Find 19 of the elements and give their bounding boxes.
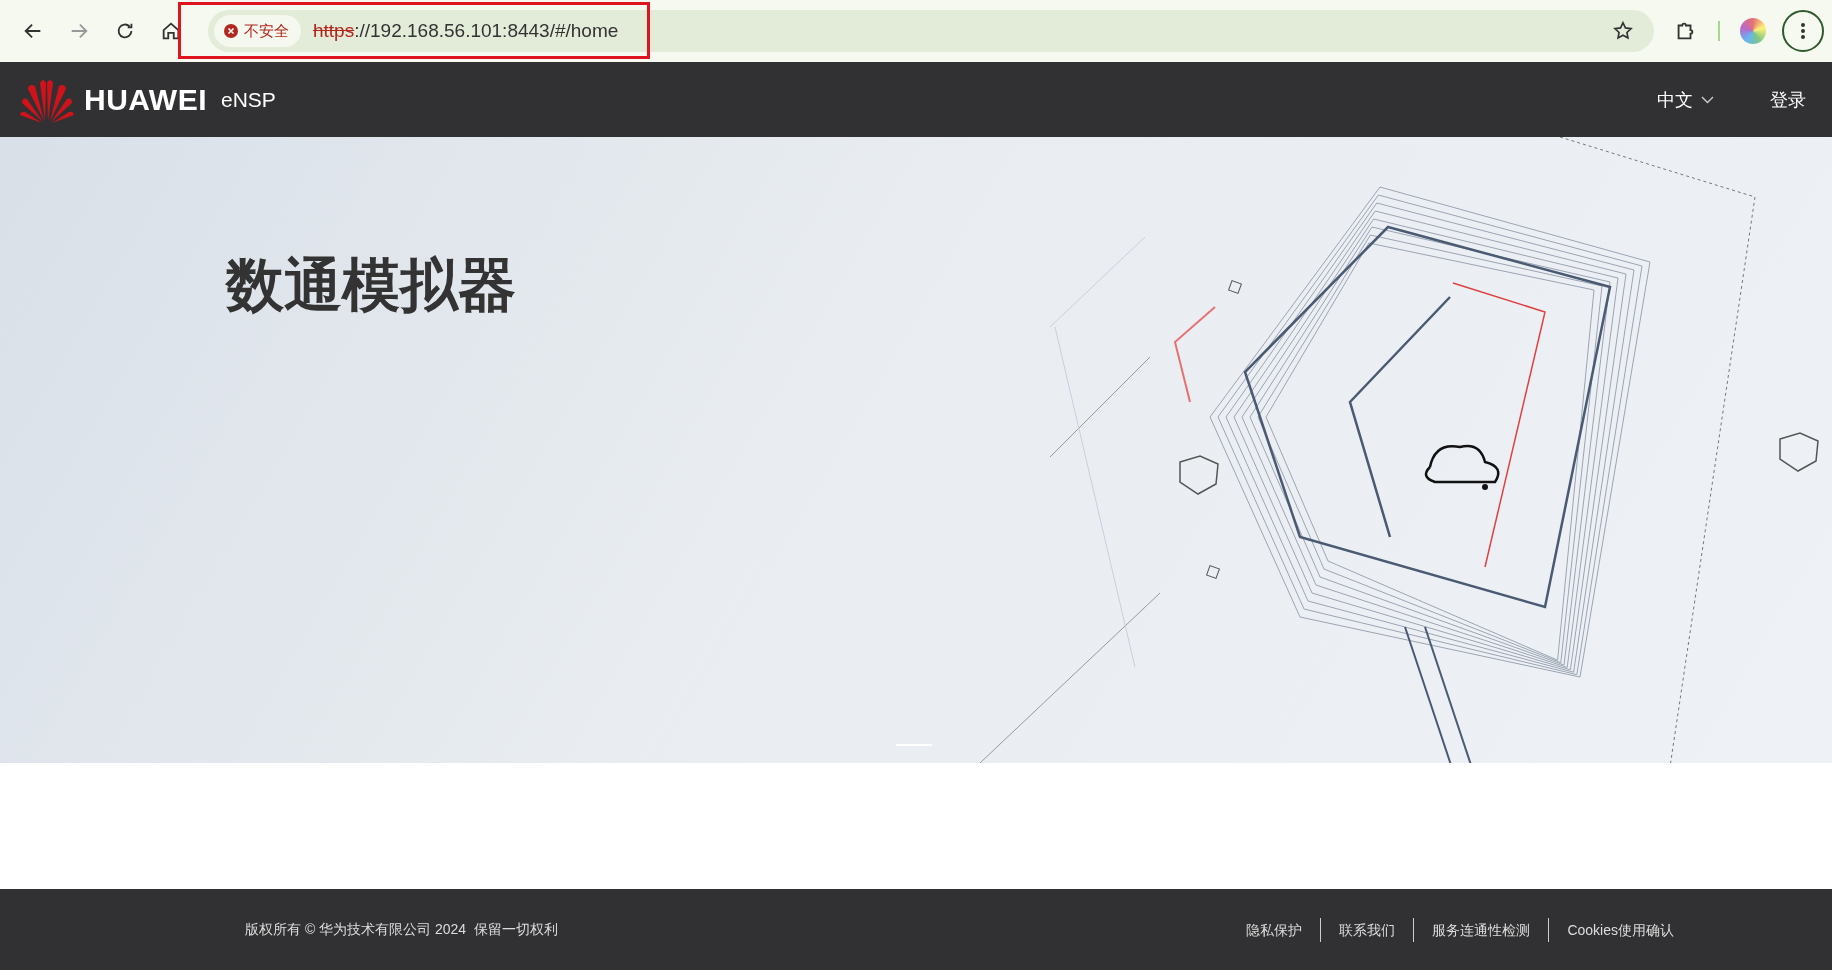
- hero-title: 数通模拟器: [226, 251, 516, 319]
- footer-link[interactable]: 服务连通性检测: [1413, 917, 1549, 942]
- brand-name: HUAWEI: [84, 82, 207, 117]
- language-selector[interactable]: 中文: [1657, 87, 1714, 112]
- footer-link[interactable]: Cookies使用确认: [1548, 917, 1692, 942]
- profile-avatar[interactable]: [1740, 18, 1766, 44]
- copyright-text: 版权所有 © 华为技术有限公司 2024 保留一切权利: [245, 920, 558, 939]
- footer-link[interactable]: 联系我们: [1320, 917, 1414, 942]
- menu-button[interactable]: [1782, 10, 1824, 52]
- url-text[interactable]: https://192.168.56.101:8443/#/home: [313, 20, 619, 42]
- login-link[interactable]: 登录: [1770, 87, 1806, 112]
- product-name: eNSP: [221, 87, 276, 112]
- address-bar[interactable]: 不安全 https://192.168.56.101:8443/#/home: [208, 10, 1654, 52]
- warning-icon: [224, 24, 238, 38]
- security-chip[interactable]: 不安全: [214, 15, 301, 47]
- more-icon: [1801, 23, 1805, 39]
- caret-icon: [1701, 95, 1714, 104]
- star-icon[interactable]: [1612, 20, 1634, 42]
- footer-link[interactable]: 隐私保护: [1228, 917, 1321, 942]
